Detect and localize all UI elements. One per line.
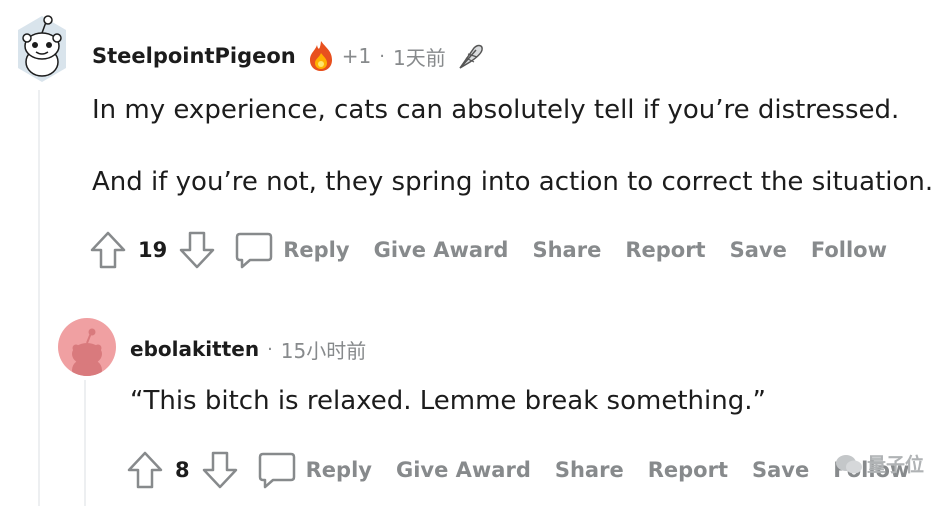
award-count[interactable]: +1	[342, 44, 371, 68]
thread-line[interactable]	[38, 90, 40, 506]
separator: ·	[379, 45, 385, 67]
timestamp[interactable]: 15小时前	[281, 335, 366, 364]
reply-user-avatar[interactable]	[58, 318, 116, 376]
separator: ·	[267, 338, 273, 360]
report-link[interactable]: Report	[625, 238, 705, 262]
comment-bubble-icon	[258, 452, 295, 489]
save-link[interactable]: Save	[730, 238, 787, 262]
fire-award-icon[interactable]	[306, 39, 336, 73]
reply-thread-line[interactable]	[84, 380, 86, 506]
give-award-link[interactable]: Give Award	[396, 458, 531, 482]
report-link[interactable]: Report	[648, 458, 728, 482]
timestamp[interactable]: 1天前	[393, 42, 446, 71]
comment-paragraph: In my experience, cats can absolutely te…	[92, 95, 900, 125]
save-link[interactable]: Save	[752, 458, 809, 482]
upvote-button[interactable]	[88, 230, 128, 270]
share-link[interactable]: Share	[555, 458, 624, 482]
username[interactable]: SteelpointPigeon	[92, 44, 296, 68]
follow-link[interactable]: Follow	[811, 238, 887, 262]
snoo-avatar-icon	[72, 328, 102, 376]
reply-link[interactable]: Reply	[306, 458, 372, 482]
comment-actions: 19 Reply Give Award Share Report Save Fo…	[88, 228, 887, 272]
upvote-button[interactable]	[125, 450, 165, 490]
downvote-arrow-icon	[202, 451, 237, 489]
comment-header: SteelpointPigeon +1 · 1天前	[92, 38, 486, 74]
reply-link[interactable]: Reply	[283, 238, 349, 262]
reply-button[interactable]	[233, 229, 275, 271]
snoo-avatar-icon	[18, 15, 66, 82]
downvote-button[interactable]	[177, 230, 217, 270]
upvote-arrow-icon	[90, 231, 126, 269]
upvote-arrow-icon	[127, 451, 163, 489]
username[interactable]: ebolakitten	[130, 337, 259, 361]
vote-score: 19	[138, 238, 168, 262]
downvote-button[interactable]	[200, 450, 240, 490]
watermark-text: 量子位	[866, 454, 924, 476]
reply-text: “This bitch is relaxed. Lemme break some…	[130, 386, 766, 416]
comment-bubble-icon	[235, 232, 273, 269]
vote-score: 8	[175, 458, 190, 482]
share-link[interactable]: Share	[532, 238, 601, 262]
feather-icon[interactable]	[454, 40, 486, 72]
reply-header: ebolakitten · 15小时前	[130, 332, 366, 366]
watermark: 量子位	[835, 450, 924, 477]
user-avatar[interactable]	[14, 10, 70, 82]
wechat-icon	[835, 454, 862, 473]
downvote-arrow-icon	[179, 231, 215, 269]
comment-paragraph: And if you’re not, they spring into acti…	[92, 167, 934, 197]
reply-button[interactable]	[256, 449, 298, 491]
give-award-link[interactable]: Give Award	[374, 238, 509, 262]
reply-actions: 8 Reply Give Award Share Report Save Fol…	[125, 448, 909, 492]
